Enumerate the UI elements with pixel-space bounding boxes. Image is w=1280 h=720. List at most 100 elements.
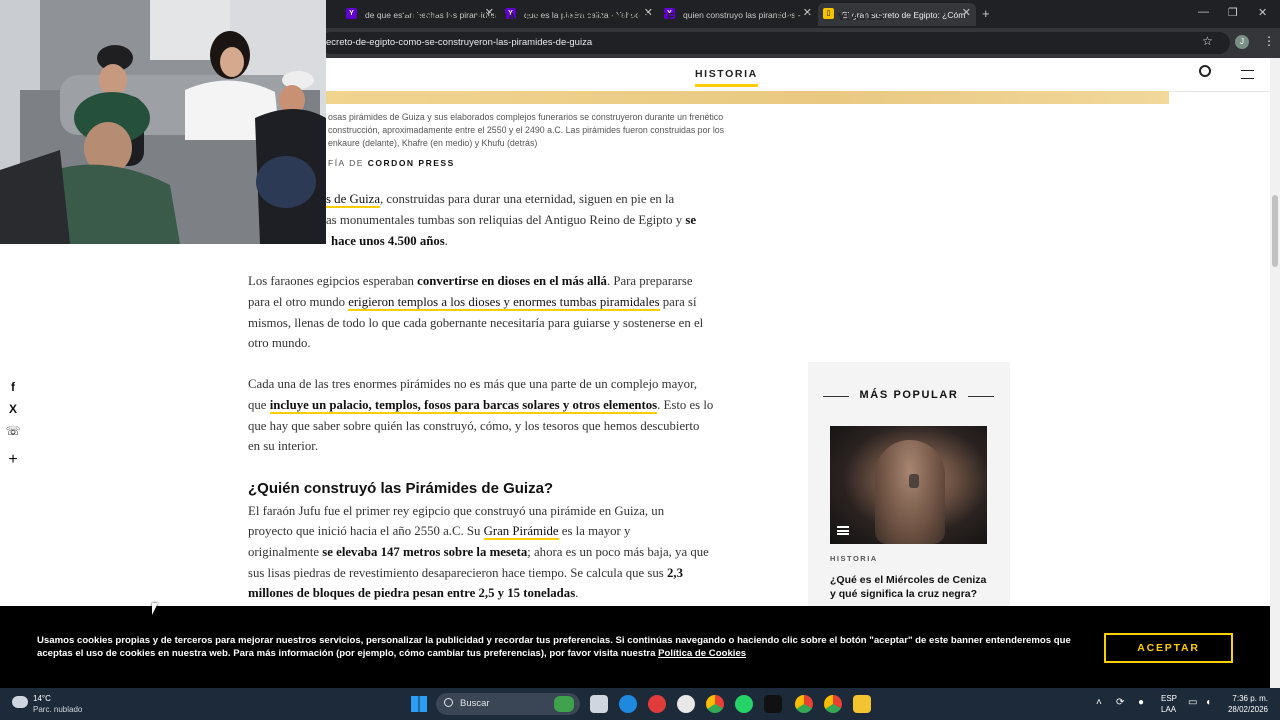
bold-text: convertirse en dioses en el más allá	[417, 274, 607, 288]
capcut-icon[interactable]	[764, 695, 782, 713]
cookie-text: Usamos cookies propias y de terceros par…	[37, 634, 1077, 660]
facebook-icon[interactable]: f	[5, 379, 21, 395]
yahoo-icon: Y	[346, 8, 357, 19]
paragraph-1-line-1: s de Guiza, construidas para durar una e…	[326, 189, 674, 210]
bold-text: millones de bloques de piedra pesan entr…	[248, 586, 576, 600]
natgeo-icon: ▯	[823, 8, 834, 19]
paragraph-4-line-2: proyecto que inició hacia el año 2550 a.…	[248, 521, 630, 542]
language-layout[interactable]: LAA	[1161, 705, 1176, 714]
paragraph-4-line-5: millones de bloques de piedra pesan entr…	[248, 583, 578, 604]
hamburger-menu-icon[interactable]	[1241, 70, 1254, 79]
credit-prefix: FÍA DE	[328, 158, 368, 168]
nav-medio-ambiente[interactable]: MEDIO AMBIENTE	[562, 11, 676, 23]
close-tab-icon[interactable]: ✕	[962, 6, 971, 19]
sync-icon[interactable]: ⟳	[1116, 697, 1124, 708]
text: .	[444, 234, 448, 248]
chrome-active-icon[interactable]	[824, 695, 842, 713]
x-icon[interactable]: X	[5, 401, 21, 417]
scrollbar-thumb[interactable]	[1272, 195, 1278, 267]
weather-icon[interactable]	[12, 696, 28, 708]
text: , construidas para durar una eternidad, …	[380, 192, 675, 206]
microphone-icon[interactable]: ●	[1138, 697, 1144, 708]
bold-text: 2,3	[666, 566, 683, 580]
text: . Esto es lo	[657, 398, 714, 412]
task-view-icon[interactable]	[590, 695, 608, 713]
search-icon	[444, 698, 453, 707]
bold-text: se	[685, 213, 697, 227]
volume-icon[interactable]: ◖	[1205, 697, 1211, 708]
profile-avatar[interactable]: J	[1235, 35, 1249, 49]
new-tab-button[interactable]: +	[982, 6, 990, 21]
webcam-overlay	[0, 0, 326, 244]
chrome-icon[interactable]	[795, 695, 813, 713]
caption-line: osas pirámides de Guiza y sus elaborados…	[328, 112, 724, 122]
close-window-icon[interactable]: ✕	[1258, 6, 1267, 19]
text: proyecto que inició hacia el año 2550 a.…	[248, 524, 484, 538]
bold-text: se elevaba 147 metros sobre la meseta	[322, 545, 528, 559]
caption-line: enkaure (delante), Khafre (en medio) y K…	[328, 138, 538, 148]
nav-animales[interactable]: ANIMALES	[475, 11, 543, 23]
chatgpt-icon[interactable]	[677, 695, 695, 713]
paragraph-3-line-4: en su interior.	[248, 439, 319, 453]
link-templos-tumbas[interactable]: erigieron templos a los dioses y enormes…	[348, 295, 660, 311]
nav-viajes[interactable]: VIAJES	[838, 11, 885, 23]
link-gran-piramide[interactable]: Gran Pirámide	[483, 524, 559, 540]
clock-date[interactable]: 28/02/2026	[1224, 705, 1268, 714]
chrome-icon[interactable]	[706, 695, 724, 713]
popular-article-title[interactable]: ¿Qué es el Miércoles de Ceniza y qué sig…	[830, 574, 995, 601]
weather-temperature[interactable]: 14°C	[33, 694, 51, 703]
search-icon[interactable]	[1199, 65, 1211, 77]
credit-name[interactable]: CORDON PRESS	[368, 158, 455, 168]
page-scrollbar[interactable]	[1270, 58, 1280, 688]
nav-historia[interactable]: HISTORIA	[695, 68, 758, 87]
link-palacio-templos[interactable]: incluye un palacio, templos, fosos para …	[269, 398, 658, 414]
paragraph-4-line-4: sus lisas piedras de revestimiento desap…	[248, 563, 683, 584]
link-piramides-guiza[interactable]: s de Guiza	[326, 192, 381, 208]
photo-credit: FÍA DE CORDON PRESS	[328, 157, 455, 170]
text: sus lisas piedras de revestimiento desap…	[248, 566, 667, 580]
text: es la mayor y	[558, 524, 631, 538]
webcam-scene	[0, 0, 326, 244]
bookmark-star-icon[interactable]: ☆	[1202, 34, 1213, 48]
hero-image-bottom	[326, 91, 1169, 104]
app-icon[interactable]	[648, 695, 666, 713]
language-code[interactable]: ESP	[1161, 694, 1177, 703]
portrait-face	[875, 440, 945, 544]
nav-ciencia[interactable]: CIENCIA	[402, 11, 456, 23]
popular-article-category[interactable]: HISTORIA	[830, 554, 878, 563]
ash-cross-mark	[909, 474, 919, 488]
paragraph-3-line-3: que hay que saber sobre quién las constr…	[248, 419, 700, 433]
maximize-icon[interactable]: ❐	[1228, 6, 1238, 19]
mouse-cursor-icon	[152, 603, 158, 615]
url-field[interactable]: ecreto-de-egipto-como-se-construyeron-la…	[320, 32, 1230, 54]
nav-salud[interactable]: SALUD	[776, 11, 820, 23]
weather-description[interactable]: Parc. nublado	[33, 705, 82, 714]
clock-time[interactable]: 7:36 p. m.	[1228, 694, 1268, 703]
text: as monumentales tumbas son reliquias del…	[326, 213, 686, 227]
more-icon[interactable]: +	[5, 452, 21, 468]
text: que	[248, 398, 270, 412]
file-explorer-icon[interactable]	[853, 695, 871, 713]
section-heading: ¿Quién construyó las Pirámides de Guiza?	[248, 480, 554, 497]
whatsapp-icon[interactable]: ☏	[5, 423, 21, 439]
paragraph-3-line-2: que incluye un palacio, templos, fosos p…	[248, 395, 713, 416]
bold-text: hace unos 4.500 años	[331, 234, 445, 248]
windows-taskbar	[0, 688, 1280, 720]
text: originalmente	[248, 545, 323, 559]
minimize-icon[interactable]: —	[1198, 6, 1209, 18]
accept-cookies-button[interactable]: ACEPTAR	[1104, 633, 1233, 663]
image-caption: osas pirámides de Guiza y sus elaborados…	[328, 111, 724, 150]
cookie-policy-link[interactable]: Política de Cookies	[658, 648, 746, 659]
windows-start-icon[interactable]	[411, 696, 427, 712]
paragraph-2-line-4: otro mundo.	[248, 336, 311, 350]
browser-menu-icon[interactable]: ⋮	[1263, 34, 1275, 48]
text: ; ahora es un poco más baja, ya que	[527, 545, 709, 559]
whatsapp-icon[interactable]	[735, 695, 753, 713]
text: para el otro mundo	[248, 295, 349, 309]
paragraph-3-line-1: Cada una de las tres enormes pirámides n…	[248, 377, 698, 391]
network-icon[interactable]: ▭	[1188, 697, 1197, 708]
popular-article-image[interactable]	[830, 426, 987, 544]
chevron-up-icon[interactable]: ˄	[1096, 697, 1102, 708]
edge-icon[interactable]	[619, 695, 637, 713]
popular-heading: MÁS POPULAR	[859, 389, 959, 401]
